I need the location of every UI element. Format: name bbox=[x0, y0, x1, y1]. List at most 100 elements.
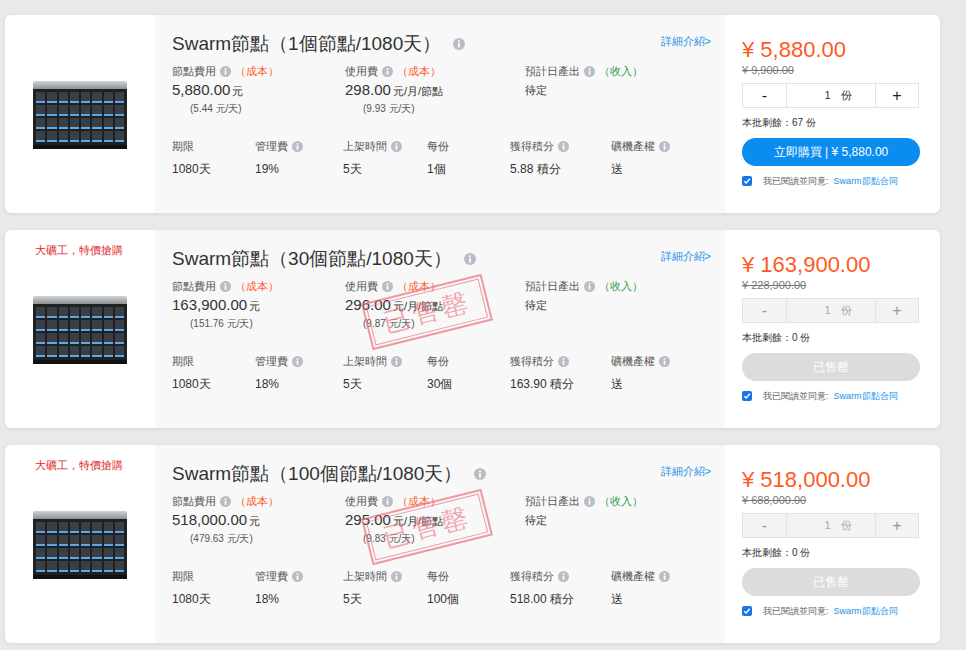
spec-item: 獲得積分518.00 積分 bbox=[510, 568, 611, 608]
info-icon[interactable] bbox=[391, 356, 402, 367]
contract-link[interactable]: Swarm節點合同 bbox=[834, 175, 898, 187]
contract-link[interactable]: Swarm節點合同 bbox=[834, 390, 898, 402]
info-icon[interactable] bbox=[453, 38, 465, 50]
purchase-panel: ¥ 518,000.00¥ 688,000.00-1份+本批剩餘：0 份已售罄我… bbox=[725, 445, 940, 643]
spec-item: 獲得積分163.90 積分 bbox=[510, 353, 611, 393]
check-icon bbox=[743, 392, 751, 400]
product-title: Swarm節點（30個節點/1080天） bbox=[172, 246, 452, 272]
product-card: 大礦工，特價搶購 Swarm節點（100個節點/1080天） 詳細介紹> 節點費用（成… bbox=[5, 445, 940, 643]
info-icon[interactable] bbox=[464, 253, 476, 265]
original-price: ¥ 9,900.00 bbox=[742, 63, 923, 77]
info-icon[interactable] bbox=[584, 66, 595, 77]
info-icon[interactable] bbox=[474, 468, 486, 480]
price: ¥ 163,900.00 bbox=[742, 252, 923, 278]
fee-item: 節點費用（成本）518,000.00元(479.63 元/天) bbox=[172, 493, 345, 546]
increment-button[interactable]: + bbox=[875, 514, 918, 537]
product-title: Swarm節點（100個節點/1080天） bbox=[172, 461, 462, 487]
spec-item: 上架時間5天 bbox=[343, 138, 427, 178]
quantity-input[interactable]: 1份 bbox=[787, 84, 875, 107]
agreement-checkbox[interactable] bbox=[742, 606, 752, 616]
sold-out-stamp: 已售罄 bbox=[361, 489, 493, 566]
agreement: 我已閱讀並同意:Swarm節點合同 bbox=[742, 390, 923, 402]
product-image-area: 大礦工，特價搶購 bbox=[5, 445, 155, 643]
spec-item: 礦機產權送 bbox=[611, 138, 711, 178]
detail-link[interactable]: 詳細介紹> bbox=[661, 31, 711, 49]
product-image-area: 大礦工，特價搶購 bbox=[5, 230, 155, 428]
contract-link[interactable]: Swarm節點合同 bbox=[834, 605, 898, 617]
info-icon[interactable] bbox=[558, 356, 569, 367]
detail-link[interactable]: 詳細介紹> bbox=[661, 461, 711, 479]
fee-item: 節點費用（成本）163,900.00元(151.76 元/天) bbox=[172, 278, 345, 331]
spec-item: 每份1個 bbox=[427, 138, 510, 178]
increment-button[interactable]: + bbox=[875, 299, 918, 322]
spec-item: 管理費18% bbox=[255, 353, 343, 393]
server-image bbox=[33, 296, 127, 364]
price: ¥ 5,880.00 bbox=[742, 37, 923, 63]
info-icon[interactable] bbox=[584, 281, 595, 292]
original-price: ¥ 228,900.00 bbox=[742, 278, 923, 292]
quantity-input[interactable]: 1份 bbox=[787, 299, 875, 322]
info-icon[interactable] bbox=[220, 281, 231, 292]
info-icon[interactable] bbox=[382, 281, 393, 292]
quantity-stepper: -1份+ bbox=[742, 513, 919, 538]
spec-item: 礦機產權送 bbox=[611, 353, 711, 393]
decrement-button[interactable]: - bbox=[743, 514, 787, 537]
agreement: 我已閱讀並同意:Swarm節點合同 bbox=[742, 175, 923, 187]
info-icon[interactable] bbox=[292, 571, 303, 582]
spec-item: 管理費19% bbox=[255, 138, 343, 178]
info-icon[interactable] bbox=[220, 496, 231, 507]
spec-item: 期限1080天 bbox=[172, 353, 255, 393]
spec-item: 管理費18% bbox=[255, 568, 343, 608]
fee-item: 使用費（成本）298.00元/月/節點(9.93 元/天) bbox=[345, 63, 525, 116]
spec-item: 礦機產權送 bbox=[611, 568, 711, 608]
promo-label: 大礦工，特價搶購 bbox=[5, 242, 123, 258]
fee-item: 預計日產出（收入）待定 bbox=[525, 493, 711, 546]
detail-link[interactable]: 詳細介紹> bbox=[661, 246, 711, 264]
product-card: 大礦工，特價搶購 Swarm節點（30個節點/1080天） 詳細介紹> 節點費用（成本… bbox=[5, 230, 940, 428]
agreement-checkbox[interactable] bbox=[742, 391, 752, 401]
product-title: Swarm節點（1個節點/1080天） bbox=[172, 31, 441, 57]
agreement: 我已閱讀並同意:Swarm節點合同 bbox=[742, 605, 923, 617]
info-icon[interactable] bbox=[382, 496, 393, 507]
info-icon[interactable] bbox=[292, 141, 303, 152]
remaining-stock: 本批剩餘：67 份 bbox=[742, 116, 923, 130]
quantity-input[interactable]: 1份 bbox=[787, 514, 875, 537]
buy-button[interactable]: 立即購買 | ¥ 5,880.00 bbox=[742, 138, 920, 166]
fee-item: 預計日產出（收入）待定 bbox=[525, 278, 711, 331]
purchase-panel: ¥ 163,900.00¥ 228,900.00-1份+本批剩餘：0 份已售罄我… bbox=[725, 230, 940, 428]
spec-item: 期限1080天 bbox=[172, 568, 255, 608]
info-icon[interactable] bbox=[391, 571, 402, 582]
quantity-stepper: -1份+ bbox=[742, 83, 919, 108]
spec-item: 每份30個 bbox=[427, 353, 510, 393]
info-icon[interactable] bbox=[558, 141, 569, 152]
remaining-stock: 本批剩餘：0 份 bbox=[742, 546, 923, 560]
info-icon[interactable] bbox=[584, 496, 595, 507]
decrement-button[interactable]: - bbox=[743, 299, 787, 322]
info-icon[interactable] bbox=[220, 66, 231, 77]
check-icon bbox=[743, 177, 751, 185]
promo-label: 大礦工，特價搶購 bbox=[5, 457, 123, 473]
spec-item: 每份100個 bbox=[427, 568, 510, 608]
info-icon[interactable] bbox=[659, 141, 670, 152]
buy-button[interactable]: 已售罄 bbox=[742, 353, 920, 381]
info-icon[interactable] bbox=[659, 356, 670, 367]
fee-item: 使用費（成本）296.00元/月/節點(9.87 元/天) bbox=[345, 278, 525, 331]
price: ¥ 518,000.00 bbox=[742, 467, 923, 493]
decrement-button[interactable]: - bbox=[743, 84, 787, 107]
info-icon[interactable] bbox=[292, 356, 303, 367]
info-icon[interactable] bbox=[391, 141, 402, 152]
spec-item: 上架時間5天 bbox=[343, 353, 427, 393]
server-image bbox=[33, 511, 127, 579]
spec-item: 獲得積分5.88 積分 bbox=[510, 138, 611, 178]
product-info: Swarm節點（30個節點/1080天） 詳細介紹> 節點費用（成本）163,900… bbox=[155, 230, 725, 428]
buy-button[interactable]: 已售罄 bbox=[742, 568, 920, 596]
agreement-checkbox[interactable] bbox=[742, 176, 752, 186]
product-card: Swarm節點（1個節點/1080天）詳細介紹>節點費用（成本）5,880.00… bbox=[5, 15, 940, 213]
spec-item: 期限1080天 bbox=[172, 138, 255, 178]
increment-button[interactable]: + bbox=[875, 84, 918, 107]
info-icon[interactable] bbox=[382, 66, 393, 77]
fee-item: 使用費（成本）295.00元/月/節點(9.83 元/天) bbox=[345, 493, 525, 546]
product-image-area bbox=[5, 15, 155, 213]
info-icon[interactable] bbox=[558, 571, 569, 582]
info-icon[interactable] bbox=[659, 571, 670, 582]
